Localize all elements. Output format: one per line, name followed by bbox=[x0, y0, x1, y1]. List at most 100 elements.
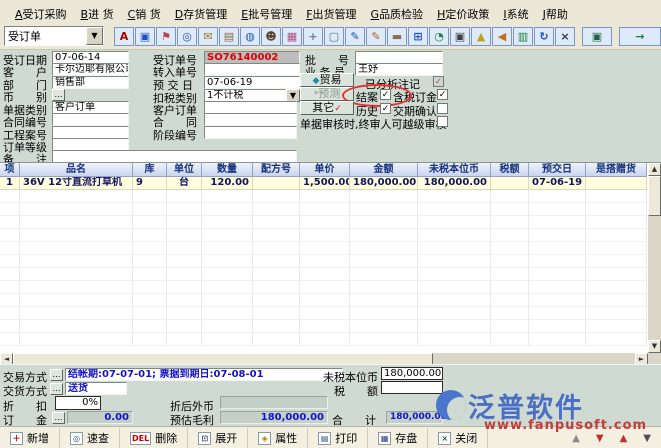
close-button[interactable]: ×关闭 bbox=[428, 428, 488, 448]
properties-button[interactable]: ◈属性 bbox=[248, 428, 308, 448]
new-button[interactable]: ＋新增 bbox=[0, 428, 60, 448]
cell-formula-no[interactable] bbox=[253, 177, 300, 190]
menu-item-batch-management[interactable]: E批号管理 bbox=[234, 5, 299, 23]
untaxed-local-field[interactable]: 180,000.00 bbox=[381, 367, 443, 380]
scroll-up-icon[interactable]: ▲ bbox=[648, 163, 661, 176]
flag-icon[interactable]: ⚑ bbox=[156, 27, 176, 46]
save-button[interactable]: ▦存盘 bbox=[368, 428, 428, 448]
menu-item-inventory-management[interactable]: D存货管理 bbox=[168, 5, 234, 23]
menu-item-quality-inspection[interactable]: G品质检验 bbox=[364, 5, 431, 23]
speaker-icon[interactable]: ◀ bbox=[492, 27, 512, 46]
search-doc-icon[interactable]: ◎ bbox=[177, 27, 197, 46]
other-button[interactable]: 其它✓ bbox=[300, 101, 354, 115]
grid-empty-cell bbox=[529, 255, 586, 268]
grid-empty-cell bbox=[202, 281, 253, 294]
due-date-field[interactable]: 07-06-19 bbox=[204, 76, 300, 89]
monitor-icon[interactable]: ▣ bbox=[582, 27, 612, 46]
delete-button[interactable]: DEL删除 bbox=[120, 428, 188, 448]
trade-button[interactable]: ◆贸易 bbox=[300, 73, 354, 87]
table-row[interactable]: 1 36V 12寸直流打草机 9 台 120.00 1,500.00 180,0… bbox=[0, 177, 661, 190]
delivery-mode-label: 交货方式 bbox=[3, 383, 47, 399]
cell-unit-price[interactable]: 1,500.00 bbox=[300, 177, 350, 190]
delivery-confirm-checkbox[interactable] bbox=[437, 103, 448, 114]
skip-audit-checkbox[interactable] bbox=[437, 116, 448, 127]
analyzed-checkbox[interactable]: ✓ bbox=[433, 76, 444, 87]
globe-icon[interactable]: ◍ bbox=[240, 27, 260, 46]
cell-tax[interactable] bbox=[491, 177, 529, 190]
grid-header-warehouse: 库 bbox=[133, 163, 167, 177]
pen-icon[interactable]: ✎ bbox=[366, 27, 386, 46]
record-last-icon[interactable]: ▼ bbox=[643, 433, 651, 444]
cell-is-gift[interactable] bbox=[586, 177, 647, 190]
vertical-scrollbar[interactable]: ▲ ▼ bbox=[648, 163, 661, 353]
cell-unit[interactable]: 台 bbox=[167, 177, 202, 190]
menu-item-incoming-goods[interactable]: B进 货 bbox=[74, 5, 121, 23]
salesperson-field[interactable]: 王妤 bbox=[355, 63, 443, 76]
document-icon[interactable]: ▢ bbox=[324, 27, 344, 46]
trade-mode-field[interactable]: 结帐期:07-07-01; 票据到期日:07-08-01 bbox=[65, 368, 343, 381]
menu-item-shipment-management[interactable]: F出货管理 bbox=[299, 5, 363, 23]
mail-icon[interactable]: ✉ bbox=[198, 27, 218, 46]
contract-no-field[interactable] bbox=[52, 113, 129, 126]
cell-item-no[interactable]: 1 bbox=[0, 177, 20, 190]
discount-field[interactable]: 0% bbox=[55, 396, 101, 410]
menu-item-pricing-policy[interactable]: H定价政策 bbox=[430, 5, 496, 23]
history-checkbox[interactable]: ✓ bbox=[380, 103, 391, 114]
cell-amount[interactable]: 180,000.00 bbox=[350, 177, 418, 190]
record-first-icon[interactable]: ▲ bbox=[572, 433, 580, 444]
cell-product-name[interactable]: 36V 12寸直流打草机 bbox=[20, 177, 133, 190]
grid-empty-cell bbox=[202, 320, 253, 333]
grid-header-untaxed-local: 未税本位币 bbox=[418, 163, 491, 177]
pencil-icon[interactable]: ✎ bbox=[345, 27, 365, 46]
cell-quantity[interactable]: 120.00 bbox=[202, 177, 253, 190]
sheet-icon[interactable]: ▥ bbox=[513, 27, 533, 46]
menu-item-system[interactable]: I系统 bbox=[496, 5, 535, 23]
record-next-icon[interactable]: ▲ bbox=[620, 433, 628, 444]
expand-button[interactable]: ⊡展开 bbox=[188, 428, 248, 448]
close-x-icon[interactable]: × bbox=[555, 27, 575, 46]
department-field[interactable]: 销售部 bbox=[52, 76, 129, 89]
cell-untaxed-local[interactable]: 180,000.00 bbox=[418, 177, 491, 190]
deposit-browse-button[interactable]: … bbox=[52, 412, 65, 424]
stage-no-field[interactable] bbox=[204, 126, 297, 139]
snapshot-icon[interactable]: ▣ bbox=[450, 27, 470, 46]
eraser-icon[interactable]: ▬ bbox=[387, 27, 407, 46]
transfer-no-field[interactable] bbox=[204, 63, 300, 76]
pin-icon[interactable]: + bbox=[303, 27, 323, 46]
grid-empty-cell bbox=[586, 333, 647, 346]
texture-icon[interactable]: ▦ bbox=[282, 27, 302, 46]
vertical-scroll-thumb[interactable] bbox=[648, 176, 661, 216]
delivery-mode-field[interactable]: 送货 bbox=[65, 382, 127, 395]
grid-empty-row bbox=[0, 281, 661, 294]
exit-walk-icon[interactable]: → bbox=[619, 27, 661, 46]
menu-item-sales-goods[interactable]: C销 货 bbox=[121, 5, 168, 23]
customers-icon[interactable]: ▣ bbox=[135, 27, 155, 46]
tax-amount-field[interactable] bbox=[381, 381, 443, 394]
print-button[interactable]: ▤打印 bbox=[308, 428, 368, 448]
grid-empty-cell bbox=[167, 320, 202, 333]
menu-item-order-purchase[interactable]: A受订采购 bbox=[8, 5, 74, 23]
menu-item-help[interactable]: J帮助 bbox=[536, 5, 575, 23]
cell-warehouse[interactable]: 9 bbox=[133, 177, 167, 190]
archive-icon[interactable]: ▤ bbox=[219, 27, 239, 46]
trade-mode-browse-button[interactable]: … bbox=[50, 369, 63, 381]
delivery-mode-browse-button[interactable]: … bbox=[50, 383, 63, 395]
tax-deposit-checkbox[interactable]: ✓ bbox=[437, 89, 448, 100]
doc-type-selector[interactable]: 受订单 ▼ bbox=[4, 26, 104, 46]
scroll-down-icon[interactable]: ▼ bbox=[648, 340, 661, 353]
grid-empty-cell bbox=[529, 268, 586, 281]
table-icon[interactable]: ⊞ bbox=[408, 27, 428, 46]
record-prev-icon[interactable]: ▼ bbox=[596, 433, 604, 444]
grid-empty-cell bbox=[0, 255, 20, 268]
contract-field[interactable] bbox=[204, 113, 297, 126]
customer-field[interactable]: 卡尔迈耶有限公司 bbox=[52, 63, 129, 76]
pie-chart-icon[interactable]: ◔ bbox=[429, 27, 449, 46]
refresh-icon[interactable]: ↻ bbox=[534, 27, 554, 46]
dropdown-arrow-icon[interactable]: ▼ bbox=[86, 27, 103, 45]
cell-due-date[interactable]: 07-06-19 bbox=[529, 177, 586, 190]
org-chart-icon[interactable]: ▲ bbox=[471, 27, 491, 46]
font-check-icon[interactable]: A bbox=[114, 27, 134, 46]
quick-search-button[interactable]: ◎速查 bbox=[60, 428, 120, 448]
user-icon[interactable]: ☻ bbox=[261, 27, 281, 46]
currency-browse-button[interactable]: … bbox=[52, 89, 65, 101]
